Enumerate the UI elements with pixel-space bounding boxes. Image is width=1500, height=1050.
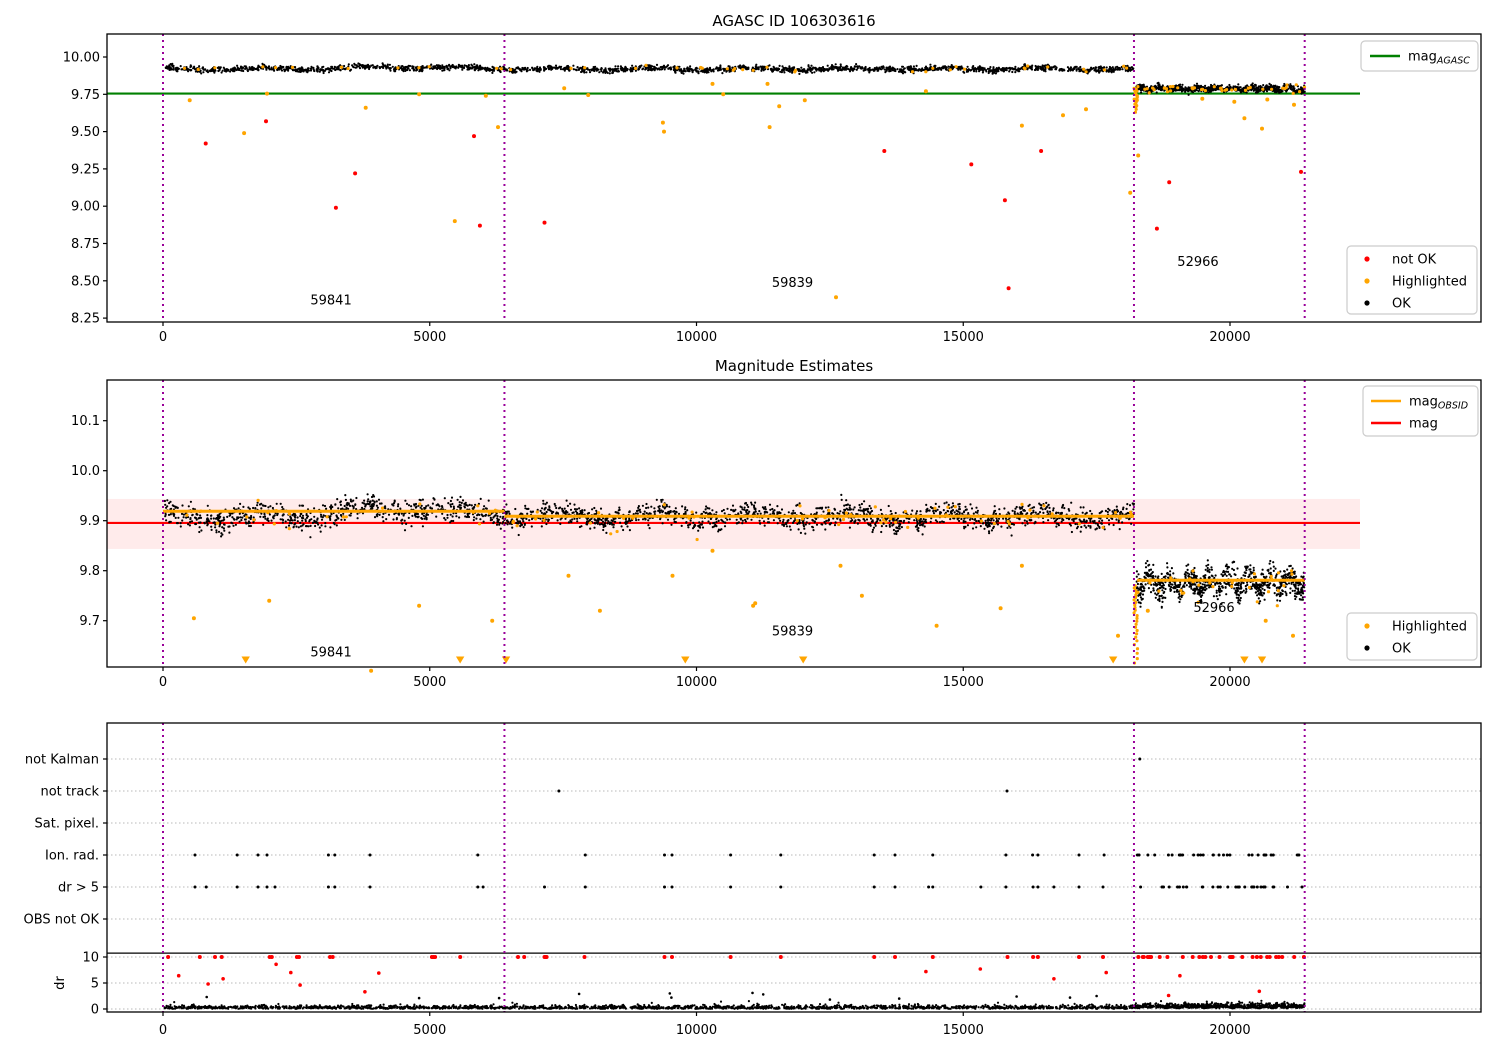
y-tick-label: 9.50 [71,125,100,140]
obsid-annotation: 59839 [772,276,813,291]
flag-category-label: dr > 5 [58,881,99,896]
magnitude-estimates-figure: AGASC ID 106303616 Magnitude Estimates d… [0,0,1500,1050]
legend-label: OK [1392,297,1411,312]
highlighted-points [187,81,1297,300]
plot-frame [106,722,1482,1013]
magnitude-plots-svg: AGASC ID 106303616 Magnitude Estimates d… [24,12,1482,1038]
x-tick-label: 20000 [1209,675,1250,690]
legend-dot-swatch [1364,645,1370,651]
dr-tick-label: 0 [91,1003,99,1018]
y-tick-label: 10.0 [71,464,100,479]
x-tick-label: 5000 [413,330,446,345]
dr-tick-label: 5 [91,977,99,992]
x-tick-label: 20000 [1209,1023,1250,1038]
x-tick-label: 10000 [676,1023,717,1038]
not-ok-points [203,119,1304,291]
obsid-annotation: 52966 [1177,255,1218,270]
dr-points [163,999,1306,1010]
y-tick-label: 10.1 [71,414,100,429]
dr-spike-points [205,991,1098,1001]
x-tick-label: 0 [159,330,167,345]
obsid-annotation: 59839 [772,625,813,640]
legend-label: mag [1409,417,1438,432]
x-tick-label: 5000 [413,1023,446,1038]
y-tick-label: 9.7 [79,614,100,629]
x-tick-label: 10000 [676,675,717,690]
flag-category-label: not track [40,785,99,800]
x-tick-label: 0 [159,1023,167,1038]
generated-chart-content: 5984159839529660 5000 10000 15000 2000010.00… [24,33,1482,1038]
obsid-annotation: 59841 [310,646,351,661]
top-plot-title: AGASC ID 106303616 [712,12,875,30]
dr-axis-label: dr [53,976,68,990]
x-tick-label: 20000 [1209,330,1250,345]
legend-label: Highlighted [1392,275,1467,290]
dr-tick-label: 10 [82,951,99,966]
obsid-annotation: 59841 [310,294,351,309]
x-tick-label: 0 [159,675,167,690]
obsid-annotation: 52966 [1193,601,1234,616]
x-tick-label: 15000 [943,1023,984,1038]
y-tick-label: 9.9 [79,514,100,529]
flag-category-label: Ion. rad. [45,849,99,864]
y-tick-label: 8.50 [71,274,100,289]
flag-category-label: not Kalman [25,753,99,768]
x-tick-label: 15000 [943,675,984,690]
y-tick-label: 9.25 [71,162,100,177]
y-tick-label: 8.75 [71,237,100,252]
y-tick-label: 8.25 [71,312,100,327]
legend-dot-swatch [1364,278,1370,284]
highlighted-points [191,548,1296,673]
legend-dot-swatch [1364,623,1370,629]
legend-dot-swatch [1364,300,1370,306]
legend-dot-swatch [1364,256,1370,262]
x-tick-label: 15000 [943,330,984,345]
flag-category-label: Sat. pixel. [35,817,99,832]
y-tick-label: 9.75 [71,88,100,103]
y-tick-label: 10.00 [63,51,100,66]
legend-label: OK [1392,642,1411,657]
flag-category-label: OBS not OK [24,913,100,928]
legend-label: not OK [1392,253,1437,268]
highlighted-band-points [182,63,1307,114]
y-tick-label: 9.00 [71,200,100,215]
x-tick-label: 5000 [413,675,446,690]
x-tick-label: 10000 [676,330,717,345]
clipped-low-markers [241,656,1267,664]
legend-label: Highlighted [1392,620,1467,635]
y-tick-label: 9.8 [79,564,100,579]
middle-plot-title: Magnitude Estimates [715,357,873,375]
dr-large-points [176,962,1262,998]
